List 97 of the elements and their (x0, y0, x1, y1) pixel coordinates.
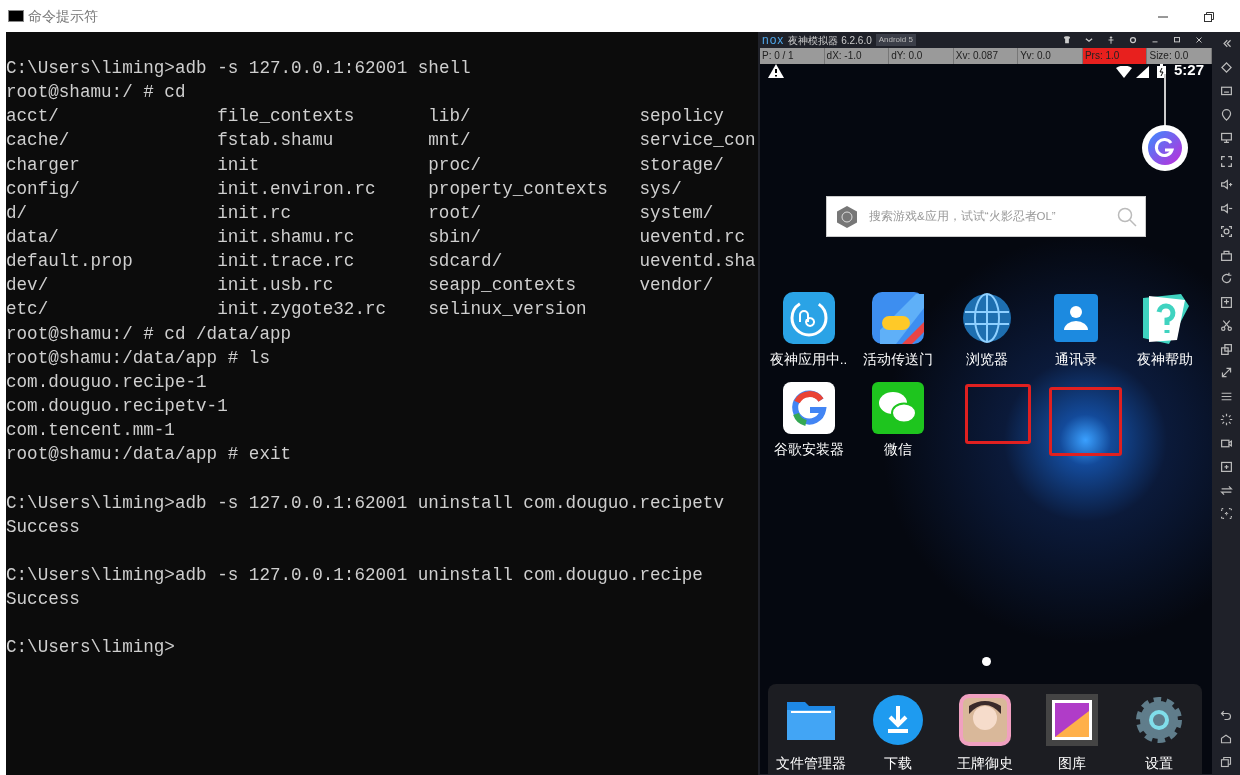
app-logo: nox (762, 32, 785, 49)
file-name: sepolicy (639, 105, 725, 129)
file-name: init.trace.rc (217, 250, 356, 274)
pointer-reading: dX: -1.0 (824, 48, 890, 64)
terminal-line: com.tencent.mm-1 (6, 420, 175, 441)
version-badge: Android 5 (875, 34, 916, 46)
picture-icon (1045, 694, 1098, 746)
gamepad-icon (871, 292, 924, 344)
restore-icon (1203, 10, 1215, 23)
file-name: cache/ (6, 129, 71, 153)
terminal-line: root@shamu:/data/app # exit (6, 444, 292, 465)
pin-icon[interactable] (1106, 35, 1116, 45)
chevron-down-icon[interactable] (1084, 35, 1094, 45)
file-name: default.prop (6, 250, 134, 274)
signal-icon (1135, 66, 1149, 78)
file-name: vendor/ (639, 274, 715, 298)
pointer-reading: Yv: 0.0 (1018, 48, 1083, 64)
hexagon-logo-icon (835, 204, 859, 229)
terminal-line: C:\Users\liming>adb -s 127.0.0.1:62001 uninstall com.douguo.recipe (6, 564, 703, 585)
app-shortcut[interactable]: 通讯录 (1031, 292, 1120, 371)
battery-icon (1156, 64, 1166, 78)
terminal-line: C:\Users\liming>adb -s 127.0.0.1:62001 uninstall com.douguo.recipetv (6, 492, 724, 513)
file-name: etc/ (6, 298, 50, 322)
file-name: selinux_version (428, 298, 588, 322)
file-name: config/ (6, 177, 81, 201)
file-name: d/ (6, 201, 29, 225)
app-shortcut[interactable]: 浏览器 (942, 292, 1031, 371)
app-shortcut[interactable]: 谷歌安装器 (764, 382, 853, 461)
pointer-reading: dY: 0.0 (889, 48, 954, 64)
close-icon[interactable] (1194, 35, 1204, 45)
file-name: init.rc (217, 201, 293, 225)
file-name: fstab.shamu (217, 129, 335, 153)
file-name: seapp_contexts (428, 274, 578, 298)
globe-icon (960, 292, 1013, 344)
pointer-reading: Xv: 0.087 (953, 48, 1019, 64)
pointer-reading: P: 0 / 1 (760, 48, 825, 64)
wifi-icon (1115, 66, 1132, 78)
file-name: sys/ (639, 177, 683, 201)
google-g-icon (782, 382, 835, 435)
terminal-line: Success (6, 516, 80, 537)
terminal-icon (8, 10, 24, 22)
file-name: ueventd.sha (639, 250, 757, 274)
file-name: root/ (428, 201, 483, 225)
highlight-rectangle (965, 384, 1031, 445)
app-shortcut[interactable]: 微信 (853, 382, 942, 461)
app-shortcut[interactable]: 活动传送门 (853, 292, 942, 371)
pointer-reading: Prs: 1.0 (1082, 48, 1148, 64)
app-shortcut[interactable]: 图库 (1028, 694, 1116, 775)
file-name: property_contexts (428, 177, 609, 201)
floating-assistant-button[interactable] (1142, 125, 1188, 171)
file-name: init.environ.rc (217, 177, 377, 201)
file-name: storage/ (639, 153, 725, 177)
file-name: dev/ (6, 274, 50, 298)
file-name: init.shamu.rc (217, 226, 356, 249)
search-icon (1117, 206, 1137, 227)
file-name: ueventd.rc (639, 226, 747, 249)
terminal-line: com.douguo.recipetv-1 (6, 395, 228, 416)
leader-line (1164, 74, 1166, 126)
emulator-title: 夜神模拟器 6.2.6.0 (788, 33, 872, 48)
file-name: init.zygote32.rc (217, 298, 388, 322)
file-name: charger (6, 153, 81, 177)
terminal-line: Success (6, 589, 80, 610)
download-icon (872, 694, 925, 746)
file-name: acct/ (6, 105, 60, 129)
app-shortcut[interactable]: 下载 (854, 694, 942, 775)
terminal-line: root@shamu:/ # cd (6, 82, 186, 103)
file-name: init.usb.rc (217, 274, 335, 298)
search-bar[interactable]: 搜索游戏&应用，试试“火影忍者OL” (826, 196, 1146, 237)
app-shortcut[interactable]: 文件管理器 (768, 694, 855, 775)
nox-app-icon (782, 292, 835, 344)
settings-icon[interactable] (1128, 35, 1138, 45)
file-name: sbin/ (428, 226, 483, 249)
terminal-line: C:\Users\liming> (6, 637, 175, 658)
file-name: service_con (639, 129, 757, 153)
terminal-line: root@shamu:/data/app # ls (6, 347, 270, 368)
file-name: system/ (639, 201, 715, 225)
file-name: sdcard/ (428, 250, 504, 274)
file-name: lib/ (428, 105, 472, 129)
terminal-line: root@shamu:/ # cd /data/app (6, 323, 292, 344)
file-name: data/ (6, 226, 60, 249)
shirt-icon[interactable] (1062, 35, 1072, 45)
file-name: mnt/ (428, 129, 472, 153)
chat-bubbles-icon (871, 382, 924, 435)
maximize-icon[interactable] (1172, 35, 1182, 45)
window-title: 命令提示符 (28, 6, 98, 26)
warning-icon (768, 64, 784, 78)
app-shortcut[interactable]: 设置 (1115, 694, 1202, 775)
terminal-line: com.douguo.recipe-1 (6, 371, 207, 392)
app-shortcut[interactable]: 王牌御史 (941, 694, 1029, 775)
file-name: init (217, 153, 261, 177)
game-character-icon (959, 694, 1011, 746)
terminal-line: C:\Users\liming>adb -s 127.0.0.1:62001 shell (6, 58, 471, 78)
file-name: file_contexts (217, 105, 356, 129)
clock: 5:27 (1173, 61, 1204, 78)
file-name: proc/ (428, 153, 483, 177)
app-shortcut[interactable]: 夜神帮助 (1120, 292, 1209, 371)
app-shortcut[interactable]: 夜神应用中.. (764, 292, 853, 371)
